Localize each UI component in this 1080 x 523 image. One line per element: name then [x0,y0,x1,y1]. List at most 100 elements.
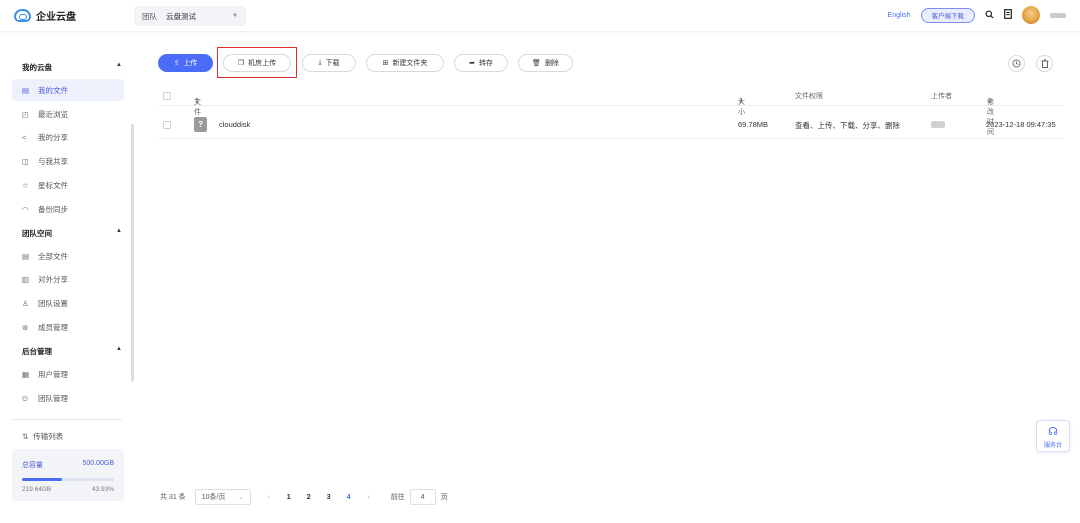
file-modified: 2023-12-18 09:47:35 [986,120,1056,129]
team-select[interactable]: 团队 云盘测试 ▼ [134,6,246,26]
total-count: 共 31 条 [160,494,186,501]
sidebar-item-backup-sync[interactable]: ◠ 备份同步 [12,198,124,220]
prev-page-icon[interactable]: ‹ [259,494,279,501]
star-icon: ☆ [22,180,29,190]
file-size: 69.78MB [738,120,769,129]
sort-icon: ⇕ [738,98,744,105]
all-files-icon: ▤ [22,251,30,261]
section-admin[interactable]: 后台管理 ▲ [22,346,122,357]
sidebar-item-all-files[interactable]: ▤ 全部文件 [12,245,124,267]
sidebar-divider [12,419,122,420]
client-download-button[interactable]: 客户端下载 [920,7,975,23]
new-folder-icon: ⊞ [382,60,389,67]
page-size-select[interactable]: 10条/页 ⌄ [194,489,251,505]
page-4[interactable]: 4 [339,494,359,501]
page-unit: 页 [440,494,448,501]
new-folder-button[interactable]: ⊞ 新建文件夹 [366,54,444,72]
sidebar-item-team-admin[interactable]: ⊙ 团队管理 [12,387,124,409]
column-uploader: 上传者 [931,93,952,100]
goto-page-input[interactable]: 4 [409,489,436,505]
language-link[interactable]: English [888,12,911,19]
forward-icon: ➦ [469,60,475,67]
team-admin-icon: ⊙ [22,393,29,403]
unknown-file-icon: ? [194,117,207,132]
copy-icon: ❐ [237,60,245,67]
storage-usage: 总容量 500.00GB 219.64GB 43.93% [12,449,124,501]
sidebar-item-recent[interactable]: ◰ 最近浏览 [12,103,124,125]
file-icon: ▤ [22,85,30,95]
section-team-space[interactable]: 团队空间 ▲ [22,228,122,239]
download-icon: ⤓ [318,59,322,66]
share-icon: < [22,132,27,142]
app-logo[interactable]: 企业云盘 [14,8,76,23]
team-settings-icon: ♙ [22,298,29,308]
file-permissions: 查看、上传、下载、分享、删除 [795,121,900,130]
storage-total: 500.00GB [82,460,114,467]
avatar[interactable] [1022,6,1040,24]
sidebar-item-my-files[interactable]: ▤ 我的文件 [12,79,124,101]
sidebar-item-external-share[interactable]: ▥ 对外分享 [12,268,124,290]
chevron-down-icon: ⌄ [237,494,244,501]
sidebar-item-starred[interactable]: ☆ 星标文件 [12,174,124,196]
upload-button[interactable]: ⇪ 上传 [158,54,213,72]
app-title: 企业云盘 [36,12,76,23]
sync-icon: ◠ [22,204,29,214]
sidebar-item-shared-with-me[interactable]: ◫ 与我共享 [12,150,124,172]
download-button[interactable]: ⤓ 下载 [302,54,356,72]
uploader-blurred [931,121,945,128]
goto-label: 前往 [390,494,405,501]
caret-up-icon: ▲ [116,346,122,352]
pagination: 共 31 条 10条/页 ⌄ ‹ 1 2 3 4 › 前往 4 页 [160,489,448,505]
storage-bar-fill [22,478,63,481]
storage-total-label: 总容量 [22,462,43,469]
column-permissions: 文件权限 [795,93,823,100]
recycle-bin-icon[interactable] [1036,55,1053,72]
members-icon: ⊛ [22,322,29,332]
headset-icon: ☊ [1048,426,1058,438]
search-icon[interactable] [985,9,994,21]
next-page-icon[interactable]: › [359,494,379,501]
top-bar: 企业云盘 团队 云盘测试 ▼ English 客户端下载 [0,0,1080,32]
username-blurred [1050,12,1066,18]
history-icon[interactable] [1008,55,1025,72]
service-desk-button[interactable]: ☊ 服务台 [1036,420,1070,452]
storage-bar [22,478,114,481]
room-upload-button[interactable]: ❐ 机房上传 [223,54,291,72]
file-name[interactable]: clouddisk [219,120,250,129]
trash-icon: 🗑 [532,60,541,67]
page-1[interactable]: 1 [279,494,299,501]
sidebar-item-team-settings[interactable]: ♙ 团队设置 [12,292,124,314]
sidebar-item-members[interactable]: ⊛ 成员管理 [12,316,124,338]
recent-icon: ◰ [22,109,30,119]
external-share-icon: ▥ [22,274,30,284]
goto-page: 前往 4 页 [391,489,448,505]
shared-with-me-icon: ◫ [22,156,30,166]
transfer-list-link[interactable]: ⇅ 传输列表 [22,431,63,442]
sort-icon: ⇕ [194,98,200,105]
cloud-logo-icon [14,9,31,22]
page-3[interactable]: 3 [319,494,339,501]
users-icon: ▦ [22,369,30,379]
row-checkbox[interactable] [163,121,171,129]
caret-up-icon: ▲ [116,228,122,234]
table-row[interactable]: ? clouddisk 69.78MB 查看、上传、下载、分享、删除 2023-… [158,111,1064,139]
sort-icon: ⇕ [987,98,993,105]
team-value: 云盘测试 [166,11,196,21]
service-desk-label: 服务台 [1043,443,1062,449]
chevron-down-icon: ▼ [232,13,238,19]
sidebar-item-user-admin[interactable]: ▦ 用户管理 [12,363,124,385]
transfer-save-button[interactable]: ➦ 转存 [454,54,508,72]
table-header: 文件名 ⇕ 大小 ⇕ 文件权限 上传者 修改时间 ⇕ [158,85,1064,136]
page-2[interactable]: 2 [299,494,319,501]
select-all-checkbox[interactable] [163,92,171,100]
team-label: 团队 [142,11,157,21]
document-icon[interactable] [1004,9,1012,21]
storage-percent: 43.93% [91,486,114,493]
section-my-cloud[interactable]: 我的云盘 ▲ [22,62,122,73]
transfer-icon: ⇅ [22,432,29,441]
delete-button[interactable]: 🗑 删除 [518,54,573,72]
upload-icon: ⇪ [173,60,180,67]
sidebar-scrollbar[interactable] [131,124,134,382]
caret-up-icon: ▲ [116,62,122,68]
sidebar-item-my-shares[interactable]: < 我的分享 [12,126,124,148]
